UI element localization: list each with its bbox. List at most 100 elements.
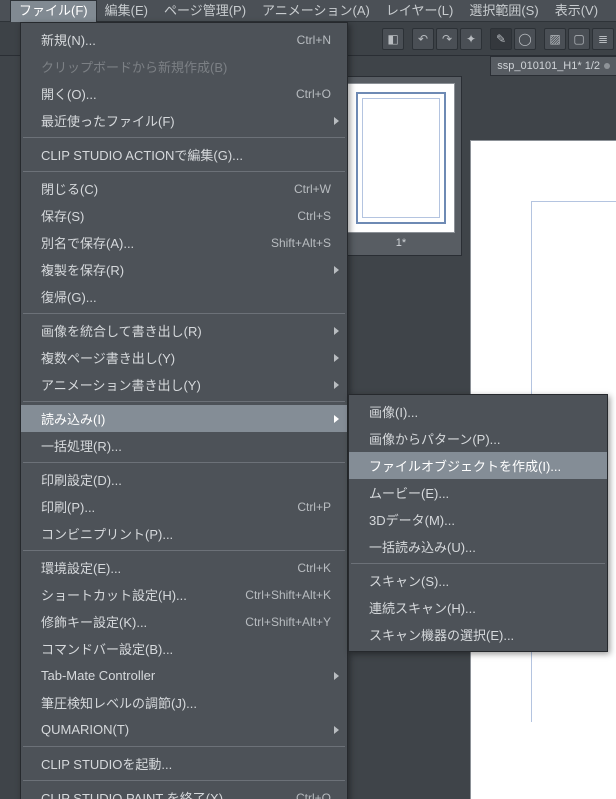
menu-label: 連続スキャン(H)...: [369, 598, 591, 617]
file-shortcut-settings[interactable]: ショートカット設定(H)...Ctrl+Shift+Alt+K: [21, 581, 347, 608]
menubar-item-selection[interactable]: 選択範囲(S): [461, 0, 546, 22]
menu-label: 別名で保存(A)...: [41, 233, 271, 252]
file-print[interactable]: 印刷(P)...Ctrl+P: [21, 493, 347, 520]
menu-label: ムービー(E)...: [369, 483, 591, 502]
menu-label: 修飾キー設定(K)...: [41, 612, 245, 631]
import-scan-continuous[interactable]: 連続スキャン(H)...: [349, 594, 607, 621]
file-close[interactable]: 閉じる(C)Ctrl+W: [21, 175, 347, 202]
file-launch-clipstudio[interactable]: CLIP STUDIOを起動...: [21, 750, 347, 777]
file-save-duplicate[interactable]: 複製を保存(R): [21, 256, 347, 283]
file-convenience-print[interactable]: コンビニプリント(P)...: [21, 520, 347, 547]
file-print-setup[interactable]: 印刷設定(D)...: [21, 466, 347, 493]
menu-separator: [23, 137, 345, 138]
circle-icon[interactable]: ◯: [514, 28, 536, 50]
file-new-from-clipboard: クリップボードから新規作成(B): [21, 53, 347, 80]
menu-label: 画像(I)...: [369, 402, 591, 421]
file-animation-export[interactable]: アニメーション書き出し(Y): [21, 371, 347, 398]
menu-label: クリップボードから新規作成(B): [41, 57, 331, 76]
file-save[interactable]: 保存(S)Ctrl+S: [21, 202, 347, 229]
menubar-item-edit[interactable]: 編集(E): [97, 0, 156, 22]
toolbar-icon[interactable]: ◧: [382, 28, 404, 50]
menu-label: スキャン機器の選択(E)...: [369, 625, 591, 644]
import-image[interactable]: 画像(I)...: [349, 398, 607, 425]
import-file-object[interactable]: ファイルオブジェクトを作成(I)...: [349, 452, 607, 479]
menu-shortcut: Ctrl+O: [296, 87, 331, 101]
toolbar-separator: [484, 28, 488, 50]
file-merge-export[interactable]: 画像を統合して書き出し(R): [21, 317, 347, 344]
menubar-label: 編集(E): [105, 3, 148, 18]
file-modkey-settings[interactable]: 修飾キー設定(K)...Ctrl+Shift+Alt+Y: [21, 608, 347, 635]
import-scan-select[interactable]: スキャン機器の選択(E)...: [349, 621, 607, 648]
file-qumarion[interactable]: QUMARION(T): [21, 716, 347, 743]
import-batch[interactable]: 一括読み込み(U)...: [349, 533, 607, 560]
import-3d-data[interactable]: 3Dデータ(M)...: [349, 506, 607, 533]
page-thumbnail[interactable]: [347, 83, 455, 233]
menu-label: 一括読み込み(U)...: [369, 537, 591, 556]
menu-separator: [23, 746, 345, 747]
menu-label: 一括処理(R)...: [41, 436, 331, 455]
menubar-label: ページ管理(P): [164, 3, 246, 18]
menu-label: 3Dデータ(M)...: [369, 510, 591, 529]
menu-label: 印刷(P)...: [41, 497, 297, 516]
menubar-label: アニメーション(A): [262, 3, 370, 18]
menubar-item-animation[interactable]: アニメーション(A): [254, 0, 378, 22]
file-save-as[interactable]: 別名で保存(A)...Shift+Alt+S: [21, 229, 347, 256]
menu-label: QUMARION(T): [41, 722, 331, 737]
menu-shortcut: Ctrl+Q: [296, 791, 331, 799]
menu-label: Tab-Mate Controller: [41, 668, 331, 683]
brush-icon[interactable]: ✎: [490, 28, 512, 50]
menu-separator: [23, 462, 345, 463]
tab-dirty-indicator-icon: [604, 63, 610, 69]
rotate-right-icon[interactable]: ↷: [436, 28, 458, 50]
file-menu-dropdown: 新規(N)...Ctrl+N クリップボードから新規作成(B) 開く(O)...…: [20, 22, 348, 799]
page-thumbnail-label: 1*: [347, 233, 455, 249]
document-tab[interactable]: ssp_010101_H1* 1/2: [490, 56, 616, 76]
menu-label: 復帰(G)...: [41, 287, 331, 306]
knife-icon[interactable]: ▨: [544, 28, 566, 50]
file-quit[interactable]: CLIP STUDIO PAINT を終了(X)Ctrl+Q: [21, 784, 347, 799]
menubar-label: 選択範囲(S): [469, 3, 538, 18]
file-multipage-export[interactable]: 複数ページ書き出し(Y): [21, 344, 347, 371]
menu-label: 筆圧検知レベルの調節(J)...: [41, 693, 331, 712]
menubar-item-view[interactable]: 表示(V): [547, 0, 606, 22]
file-preferences[interactable]: 環境設定(E)...Ctrl+K: [21, 554, 347, 581]
menu-label: ファイルオブジェクトを作成(I)...: [369, 456, 591, 475]
menubar: ファイル(F) 編集(E) ページ管理(P) アニメーション(A) レイヤー(L…: [0, 0, 616, 22]
menubar-item-file[interactable]: ファイル(F): [10, 0, 97, 22]
file-batch[interactable]: 一括処理(R)...: [21, 432, 347, 459]
menubar-item-page[interactable]: ページ管理(P): [156, 0, 254, 22]
file-new[interactable]: 新規(N)...Ctrl+N: [21, 26, 347, 53]
document-tab-title: ssp_010101_H1* 1/2: [497, 60, 600, 72]
menu-separator: [23, 171, 345, 172]
import-movie[interactable]: ムービー(E)...: [349, 479, 607, 506]
import-submenu: 画像(I)... 画像からパターン(P)... ファイルオブジェクトを作成(I)…: [348, 394, 608, 652]
square-icon[interactable]: ▢: [568, 28, 590, 50]
menubar-label: レイヤー(L): [386, 3, 454, 18]
menu-separator: [23, 401, 345, 402]
bars-icon[interactable]: ≣: [592, 28, 614, 50]
page-thumbnail-panel: 1*: [340, 76, 462, 256]
file-commandbar-settings[interactable]: コマンドバー設定(B)...: [21, 635, 347, 662]
menu-label: スキャン(S)...: [369, 571, 591, 590]
file-revert[interactable]: 復帰(G)...: [21, 283, 347, 310]
file-import[interactable]: 読み込み(I): [21, 405, 347, 432]
file-open[interactable]: 開く(O)...Ctrl+O: [21, 80, 347, 107]
menu-label: ショートカット設定(H)...: [41, 585, 245, 604]
menubar-item-layer[interactable]: レイヤー(L): [378, 0, 462, 22]
menu-label: 複数ページ書き出し(Y): [41, 348, 331, 367]
file-pressure[interactable]: 筆圧検知レベルの調節(J)...: [21, 689, 347, 716]
scatter-icon[interactable]: ✦: [460, 28, 482, 50]
file-action-edit[interactable]: CLIP STUDIO ACTIONで編集(G)...: [21, 141, 347, 168]
menu-separator: [23, 550, 345, 551]
menu-shortcut: Shift+Alt+S: [271, 236, 331, 250]
menu-label: 閉じる(C): [41, 179, 294, 198]
file-recent[interactable]: 最近使ったファイル(F): [21, 107, 347, 134]
file-tabmate[interactable]: Tab-Mate Controller: [21, 662, 347, 689]
menu-label: 読み込み(I): [41, 409, 331, 428]
menu-shortcut: Ctrl+S: [297, 209, 331, 223]
import-scan[interactable]: スキャン(S)...: [349, 567, 607, 594]
rotate-left-icon[interactable]: ↶: [412, 28, 434, 50]
menu-label: 最近使ったファイル(F): [41, 111, 331, 130]
menu-label: 環境設定(E)...: [41, 558, 297, 577]
import-from-pattern[interactable]: 画像からパターン(P)...: [349, 425, 607, 452]
